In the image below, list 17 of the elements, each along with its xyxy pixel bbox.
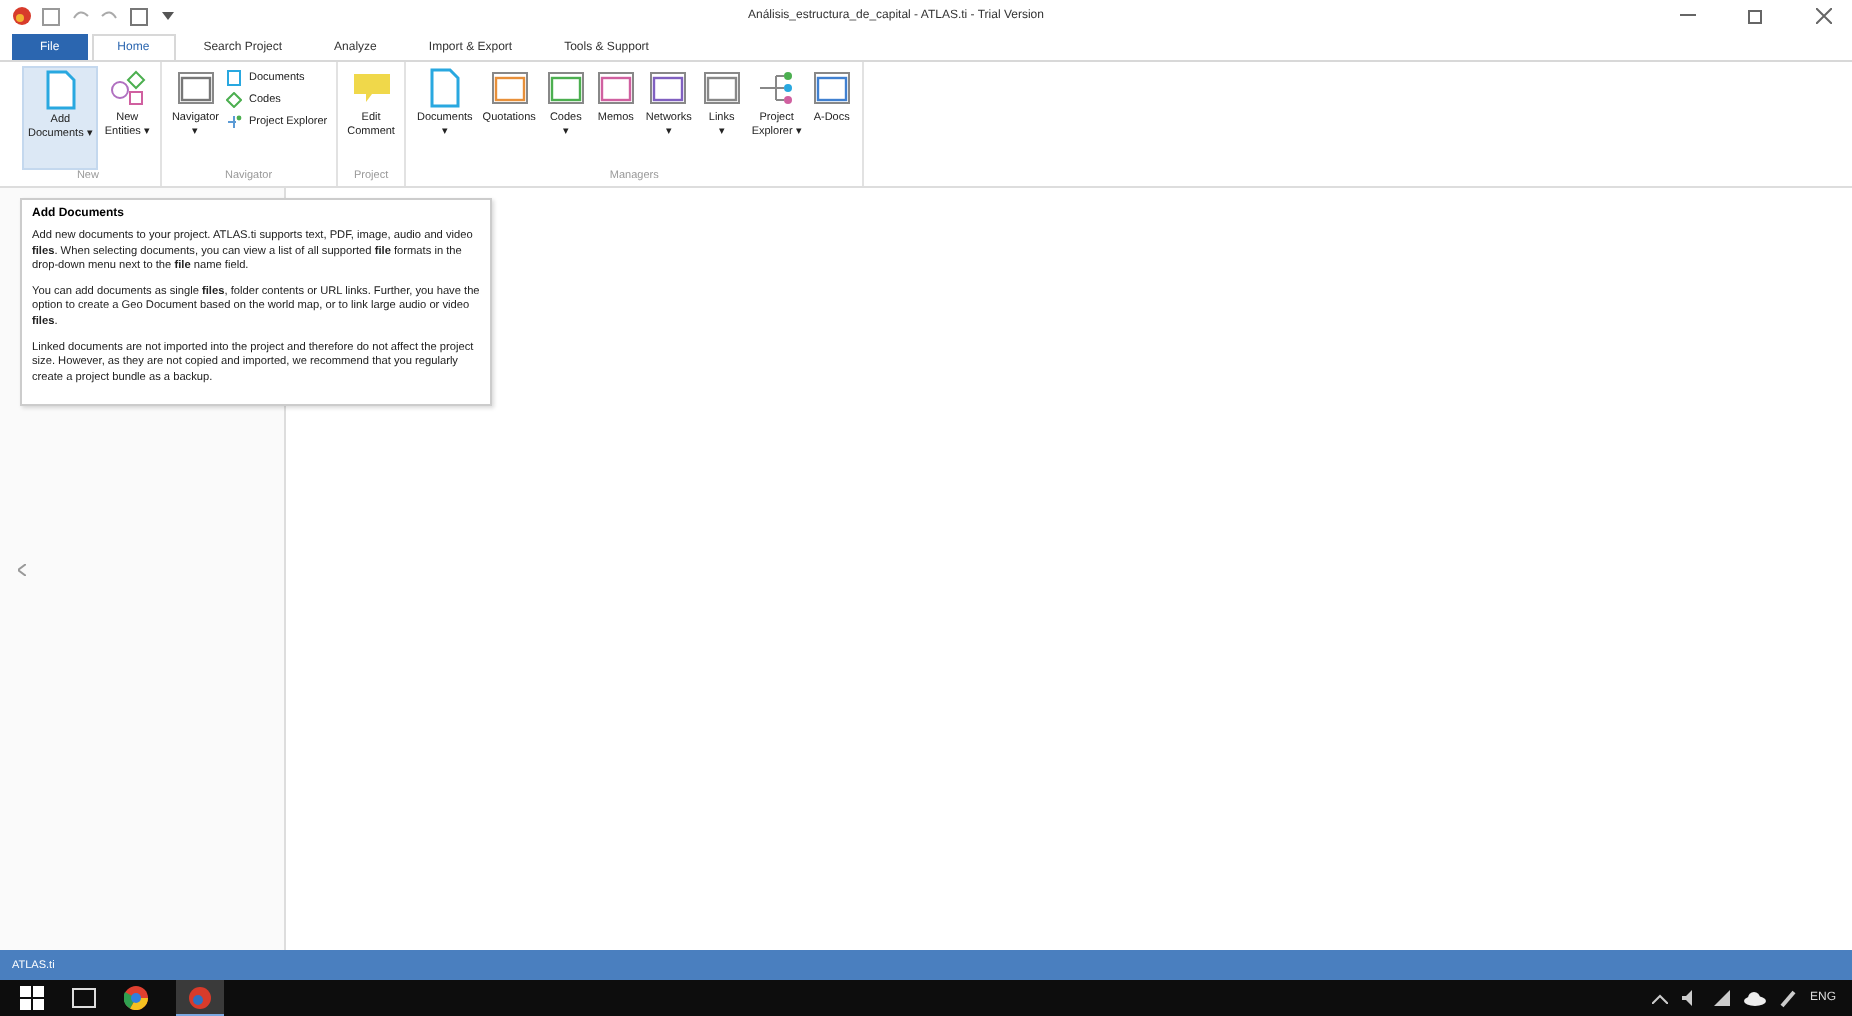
caret-icon[interactable] — [162, 10, 174, 22]
signal-icon[interactable] — [1713, 990, 1730, 1006]
close-icon[interactable] — [1816, 8, 1832, 24]
collapse-icon[interactable] — [18, 563, 26, 575]
diamond-icon — [226, 92, 243, 108]
taskbar-app[interactable] — [176, 980, 224, 1016]
restore-icon[interactable] — [1748, 8, 1764, 24]
cloud-icon[interactable] — [1743, 991, 1766, 1005]
document-icon — [226, 70, 243, 86]
app-logo-icon — [188, 985, 212, 1009]
browser-icon[interactable] — [124, 986, 148, 1010]
app-logo-icon — [12, 6, 32, 26]
windows-start-icon[interactable] — [20, 986, 44, 1010]
task-view-icon[interactable] — [72, 988, 96, 1008]
minimize-icon[interactable] — [1680, 14, 1696, 18]
entities-icon — [107, 68, 148, 108]
chevron-up-icon[interactable] — [1651, 993, 1668, 1003]
